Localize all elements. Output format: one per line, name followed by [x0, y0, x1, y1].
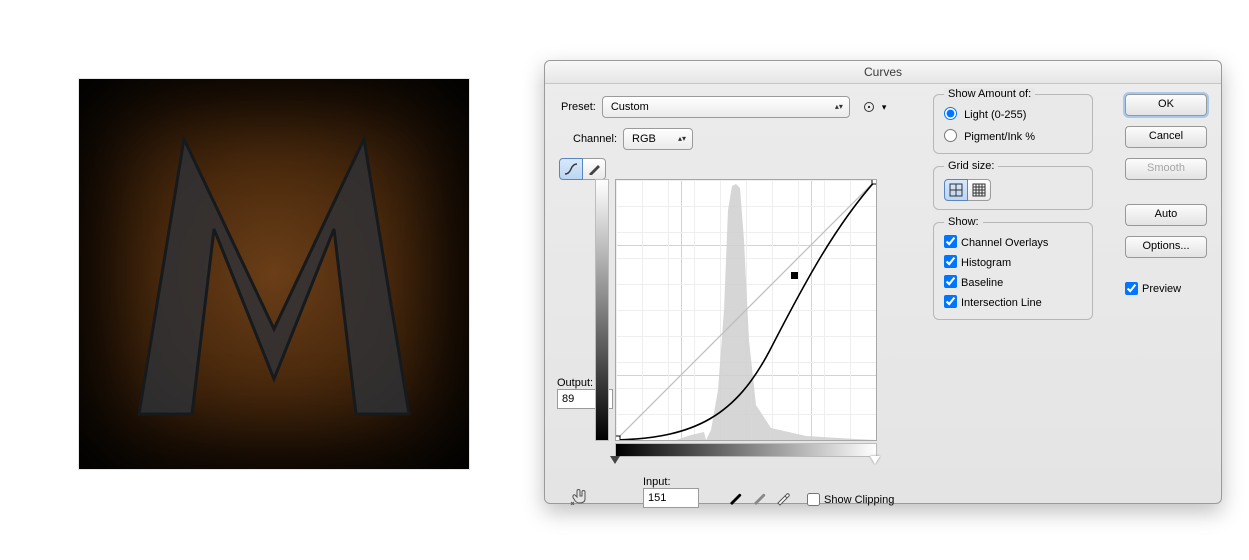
vertical-gradient	[595, 179, 609, 441]
pencil-tool-button[interactable]	[583, 158, 606, 180]
preset-menu-button[interactable]	[860, 98, 878, 116]
show-clipping-checkbox[interactable]: Show Clipping	[807, 493, 894, 508]
ok-button[interactable]: OK	[1125, 94, 1207, 116]
preview-image	[79, 79, 469, 469]
show-item-label: Histogram	[961, 257, 1011, 269]
preview-label: Preview	[1142, 283, 1181, 295]
show-item-input[interactable]	[944, 235, 957, 248]
cancel-button[interactable]: Cancel	[1125, 126, 1207, 148]
eyedropper-icon	[751, 490, 767, 506]
show-item-label: Intersection Line	[961, 297, 1042, 309]
show-item-label: Channel Overlays	[961, 237, 1048, 249]
show-item-label: Baseline	[961, 277, 1003, 289]
light-label: Light (0-255)	[964, 109, 1026, 121]
pencil-icon	[588, 163, 600, 175]
show-item-input[interactable]	[944, 255, 957, 268]
chevron-updown-icon: ▴▾	[835, 103, 843, 111]
light-radio[interactable]: Light (0-255)	[944, 107, 1082, 121]
hand-icon	[569, 487, 591, 505]
show-intersection-line[interactable]: Intersection Line	[944, 295, 1082, 309]
input-label: Input:	[643, 476, 699, 488]
pigment-radio[interactable]: Pigment/Ink %	[944, 129, 1082, 143]
curve-icon	[564, 163, 578, 175]
show-amount-group: Show Amount of: Light (0-255) Pigment/In…	[933, 94, 1093, 154]
chevron-updown-icon: ▴▾	[678, 135, 686, 143]
show-item-input[interactable]	[944, 275, 957, 288]
grid-large-button[interactable]	[968, 179, 991, 201]
show-item-input[interactable]	[944, 295, 957, 308]
black-point-slider[interactable]	[610, 456, 620, 464]
show-legend: Show:	[944, 216, 983, 228]
show-clipping-label: Show Clipping	[824, 494, 894, 506]
show-baseline[interactable]: Baseline	[944, 275, 1082, 289]
preview-checkbox[interactable]: Preview	[1125, 282, 1181, 295]
curves-graph[interactable]	[615, 179, 893, 457]
gray-eyedropper-button[interactable]	[751, 490, 767, 506]
auto-button[interactable]: Auto	[1125, 204, 1207, 226]
curves-dialog: Curves Preset: Custom ▴▾ ▾ Channel: RGB …	[544, 60, 1222, 504]
options-button[interactable]: Options...	[1125, 236, 1207, 258]
white-point-slider[interactable]	[870, 456, 880, 464]
grid-16-icon	[972, 183, 986, 197]
eyedropper-icon	[775, 490, 791, 506]
show-amount-legend: Show Amount of:	[944, 88, 1035, 100]
light-radio-input[interactable]	[944, 107, 957, 120]
black-eyedropper-button[interactable]	[727, 490, 743, 506]
menu-icon	[862, 100, 876, 114]
show-channel-overlays[interactable]: Channel Overlays	[944, 235, 1082, 249]
curve-grid[interactable]	[615, 179, 877, 441]
white-eyedropper-button[interactable]	[775, 490, 791, 506]
pigment-label: Pigment/Ink %	[964, 131, 1035, 143]
grid-4-icon	[949, 183, 963, 197]
preset-value: Custom	[611, 101, 649, 113]
channel-value: RGB	[632, 133, 656, 145]
smooth-button[interactable]: Smooth	[1125, 158, 1207, 180]
channel-label: Channel:	[573, 133, 617, 145]
preview-input[interactable]	[1125, 282, 1138, 295]
show-clipping-input[interactable]	[807, 493, 820, 506]
curve-svg	[616, 180, 876, 440]
letter-m-icon	[94, 94, 454, 454]
grid-size-group: Grid size:	[933, 166, 1093, 210]
target-adjust-button[interactable]	[569, 487, 591, 508]
eyedropper-icon	[727, 490, 743, 506]
input-input[interactable]	[643, 488, 699, 508]
preset-label: Preset:	[561, 101, 596, 113]
chevron-down-icon: ▾	[882, 102, 887, 113]
dialog-title: Curves	[545, 61, 1221, 84]
preset-select[interactable]: Custom ▴▾	[602, 96, 850, 118]
grid-small-button[interactable]	[944, 179, 968, 201]
pigment-radio-input[interactable]	[944, 129, 957, 142]
show-histogram[interactable]: Histogram	[944, 255, 1082, 269]
show-group: Show: Channel Overlays Histogram Baselin…	[933, 222, 1093, 320]
grid-size-legend: Grid size:	[944, 160, 998, 172]
horizontal-gradient	[615, 443, 877, 457]
channel-select[interactable]: RGB ▴▾	[623, 128, 693, 150]
curve-tool-button[interactable]	[559, 158, 583, 180]
